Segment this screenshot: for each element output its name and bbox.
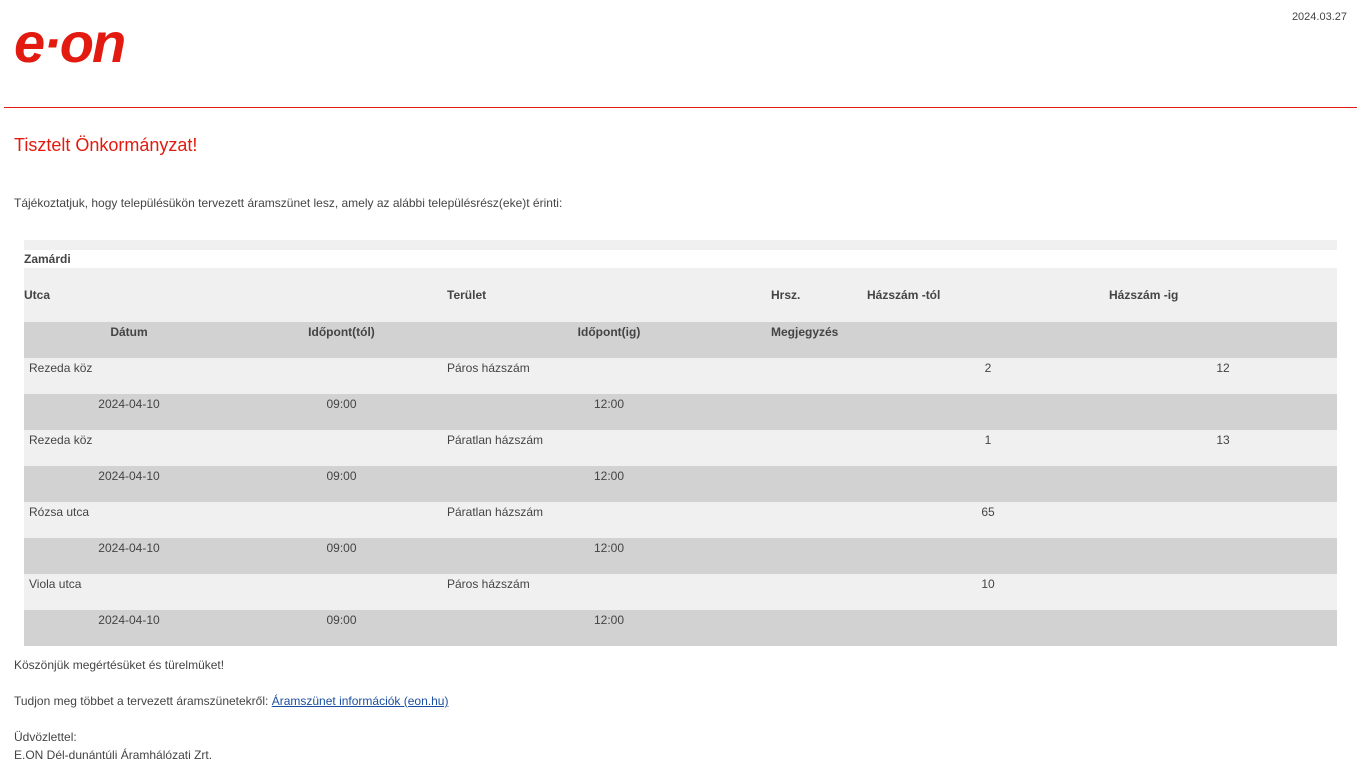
table-row-schedule: 2024-04-10 09:00 12:00 [24, 610, 1337, 646]
cell-datum: 2024-04-10 [98, 541, 160, 555]
cell-idopont-tol: 09:00 [326, 613, 357, 627]
table-row: Rózsa utca Páratlan házszám 65 [24, 502, 1337, 538]
cell-idopont-ig: 12:00 [593, 541, 625, 555]
logo-text: e·on [14, 18, 124, 70]
table-row-schedule: 2024-04-10 09:00 12:00 [24, 466, 1337, 502]
cell-hazszam-ig: 13 [1216, 433, 1230, 447]
cell-terulet: Páros házszám [447, 577, 530, 591]
cell-hazszam-ig: 12 [1216, 361, 1230, 375]
cell-utca: Rezeda köz [29, 433, 93, 447]
more-info-prefix: Tudjon meg többet a tervezett áramszünet… [14, 694, 272, 708]
header-hrsz: Hrsz. [771, 288, 801, 302]
header-idopont-tol: Időpont(tól) [308, 325, 375, 339]
header-divider [4, 107, 1357, 108]
table-row: Viola utca Páros házszám 10 [24, 574, 1337, 610]
outage-info-link[interactable]: Áramszünet információk (eon.hu) [272, 694, 449, 708]
header-hazszam-ig: Házszám -ig [1109, 288, 1179, 302]
table-row: Rezeda köz Páratlan házszám 1 13 [24, 430, 1337, 466]
table-row-schedule: 2024-04-10 09:00 12:00 [24, 394, 1337, 430]
cell-idopont-ig: 12:00 [593, 469, 625, 483]
cell-idopont-ig: 12:00 [593, 397, 625, 411]
more-info-line: Tudjon meg többet a tervezett áramszünet… [14, 694, 448, 708]
company-name: E.ON Dél-dunántúli Áramhálózati Zrt. [14, 748, 213, 762]
header-terulet: Terület [447, 288, 487, 302]
cell-terulet: Páratlan házszám [447, 505, 544, 519]
cell-terulet: Páros házszám [447, 361, 530, 375]
cell-hazszam-tol: 2 [984, 361, 992, 375]
header-datum: Dátum [110, 325, 148, 339]
cell-hazszam-tol: 65 [981, 505, 995, 519]
table-top-band [24, 240, 1337, 250]
table-header-row-2: Dátum Időpont(tól) Időpont(ig) Megjegyzé… [24, 322, 1337, 358]
table-header-row-1: Utca Terület Hrsz. Házszám -tól Házszám … [24, 268, 1337, 322]
table-row: Rezeda köz Páros házszám 2 12 [24, 358, 1337, 394]
cell-idopont-tol: 09:00 [326, 469, 357, 483]
cell-datum: 2024-04-10 [98, 613, 160, 627]
header-utca: Utca [24, 288, 51, 302]
email-page: e·on 2024.03.27 Tisztelt Önkormányzat! T… [0, 0, 1361, 773]
cell-terulet: Páratlan házszám [447, 433, 544, 447]
greeting-heading: Tisztelt Önkormányzat! [14, 135, 198, 155]
cell-hazszam-tol: 10 [981, 577, 995, 591]
cell-utca: Viola utca [29, 577, 82, 591]
outage-table: Zamárdi Utca Terület Hrsz. Házszám -tól … [24, 240, 1337, 646]
settlement-name: Zamárdi [24, 250, 1337, 268]
cell-hazszam-tol: 1 [984, 433, 992, 447]
intro-text: Tájékoztatjuk, hogy településükön tervez… [14, 196, 563, 210]
cell-idopont-tol: 09:00 [326, 397, 357, 411]
email-date: 2024.03.27 [1291, 11, 1347, 23]
thanks-text: Köszönjük megértésüket és türelmüket! [14, 658, 225, 672]
table-row-schedule: 2024-04-10 09:00 12:00 [24, 538, 1337, 574]
eon-logo: e·on [14, 18, 126, 70]
cell-datum: 2024-04-10 [98, 397, 160, 411]
cell-idopont-tol: 09:00 [326, 541, 357, 555]
cell-utca: Rózsa utca [29, 505, 90, 519]
cell-idopont-ig: 12:00 [593, 613, 625, 627]
cell-utca: Rezeda köz [29, 361, 93, 375]
closing-text: Üdvözlettel: [14, 730, 77, 744]
header-idopont-ig: Időpont(ig) [577, 325, 641, 339]
header-hazszam-tol: Házszám -tól [867, 288, 941, 302]
header-megjegyzes: Megjegyzés [771, 325, 839, 339]
cell-datum: 2024-04-10 [98, 469, 160, 483]
